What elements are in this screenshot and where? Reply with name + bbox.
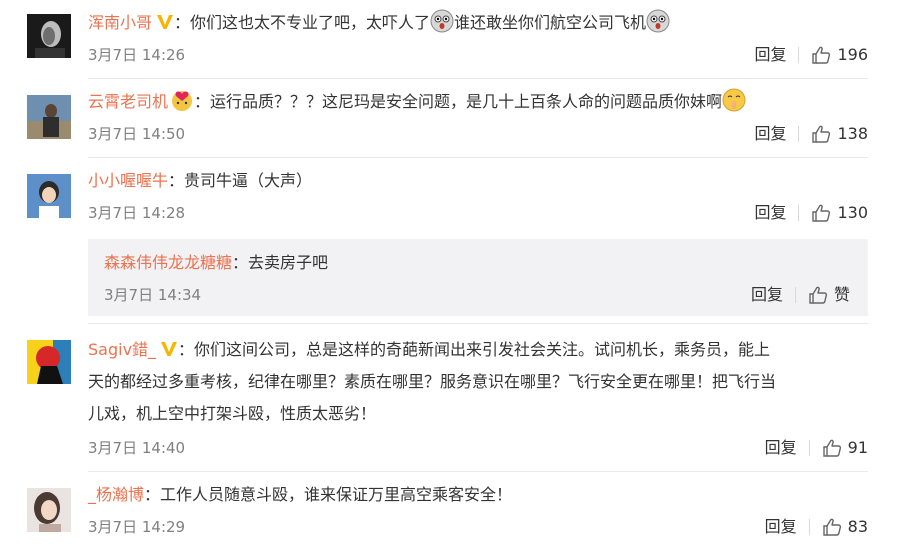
shocked-emoji-icon [646,9,670,33]
thumbs-up-icon[interactable] [811,203,831,223]
comment-line: Sagiv錯_ ：你们这间公司，总是这样的奇葩新闻出来引发社会关注。试问机长，乘务… [88,334,863,366]
timestamp: 3月7日 14:26 [88,46,186,64]
comment-actions: 回复 83 [765,517,868,537]
comment-text: ：你们这间公司，总是这样的奇葩新闻出来引发社会关注。试问机长，乘务员，能上 [178,340,771,359]
timestamp: 3月7日 14:40 [88,439,186,457]
divider [88,471,868,472]
heart-face-emoji-icon [172,91,193,111]
comment-text: 儿戏，机上空中打架斗殴，性质太恶劣！ [88,404,377,423]
reply-button[interactable]: 回复 [751,285,783,305]
like-count[interactable]: 83 [848,517,868,537]
thumbs-up-icon[interactable] [811,124,831,144]
avatar[interactable] [27,95,71,139]
comment-line: 浑南小哥 ：你们这也太不专业了吧，太吓人了 谁还敢坐你们航空公司飞机 [88,8,670,38]
comment-text: 天的都经过多重考核，纪律在哪里？素质在哪里？服务意识在哪里？飞行安全更在哪里！把… [88,372,777,391]
timestamp: 3月7日 14:34 [104,286,202,304]
sub-reply-box: 森森伟伟龙龙糖糖：去卖房子吧 3月7日 14:34 回复 赞 [88,239,868,316]
comment-actions: 回复 赞 [751,285,850,305]
comment-actions: 回复 130 [754,203,868,223]
timestamp: 3月7日 14:50 [88,125,186,143]
timestamp: 3月7日 14:29 [88,518,186,536]
divider [798,47,800,63]
divider [88,157,868,158]
avatar[interactable] [27,488,71,532]
divider [808,440,810,456]
thumbs-up-icon[interactable] [822,517,842,537]
comment-text-block: Sagiv錯_ ：你们这间公司，总是这样的奇葩新闻出来引发社会关注。试问机长，乘务… [88,334,863,430]
verified-v-icon [156,14,174,30]
username-link[interactable]: _杨瀚博 [88,485,144,504]
comment-actions: 回复 196 [754,45,868,65]
username-link[interactable]: 小小喔喔牛 [88,171,168,190]
like-count[interactable]: 138 [837,124,868,144]
username-link[interactable]: 云霄老司机 [88,92,168,111]
divider [798,205,800,221]
sub-reply-line: 森森伟伟龙龙糖糖：去卖房子吧 [104,248,328,278]
thumbs-up-icon[interactable] [822,438,842,458]
like-button[interactable]: 赞 [834,285,850,305]
divider [808,519,810,535]
divider [798,126,800,142]
comment-text: ：运行品质？？？这尼玛是安全问题，是几十上百条人命的问题品质你妹啊 [194,92,723,111]
comment-text: ：去卖房子吧 [232,253,329,272]
reply-button[interactable]: 回复 [754,124,786,144]
avatar[interactable] [27,174,71,218]
comment-line: 小小喔喔牛：贵司牛逼（大声） [88,166,312,196]
avatar[interactable] [27,14,71,58]
comment-text: ：工作人员随意斗殴，谁来保证万里高空乘客安全！ [144,485,513,504]
comment-line: _杨瀚博：工作人员随意斗殴，谁来保证万里高空乘客安全！ [88,480,512,510]
divider [88,78,868,79]
divider [88,323,868,324]
like-count[interactable]: 130 [837,203,868,223]
timestamp: 3月7日 14:28 [88,204,186,222]
like-count[interactable]: 196 [837,45,868,65]
like-count[interactable]: 91 [848,438,868,458]
verified-v-icon [160,341,178,357]
reply-button[interactable]: 回复 [765,517,797,537]
reply-button[interactable]: 回复 [754,203,786,223]
thumbs-up-icon[interactable] [811,45,831,65]
username-link[interactable]: 浑南小哥 [88,13,152,32]
comment-actions: 回复 91 [765,438,868,458]
reply-button[interactable]: 回复 [765,438,797,458]
avatar[interactable] [27,340,71,384]
username-link[interactable]: 森森伟伟龙龙糖糖 [104,253,232,272]
thumbs-up-icon[interactable] [808,285,828,305]
divider [794,287,796,303]
reply-button[interactable]: 回复 [754,45,786,65]
comment-text: 谁还敢坐你们航空公司飞机 [454,13,647,32]
comment-line: 云霄老司机 ：运行品质？？？这尼玛是安全问题，是几十上百条人命的问题品质你妹啊 [88,87,746,117]
username-link[interactable]: Sagiv錯_ [88,340,156,359]
comment-text: ：贵司牛逼（大声） [168,171,313,190]
shush-emoji-icon [722,88,746,112]
shocked-emoji-icon [430,9,454,33]
comment-actions: 回复 138 [754,124,868,144]
comment-text: ：你们这也太不专业了吧，太吓人了 [174,13,431,32]
